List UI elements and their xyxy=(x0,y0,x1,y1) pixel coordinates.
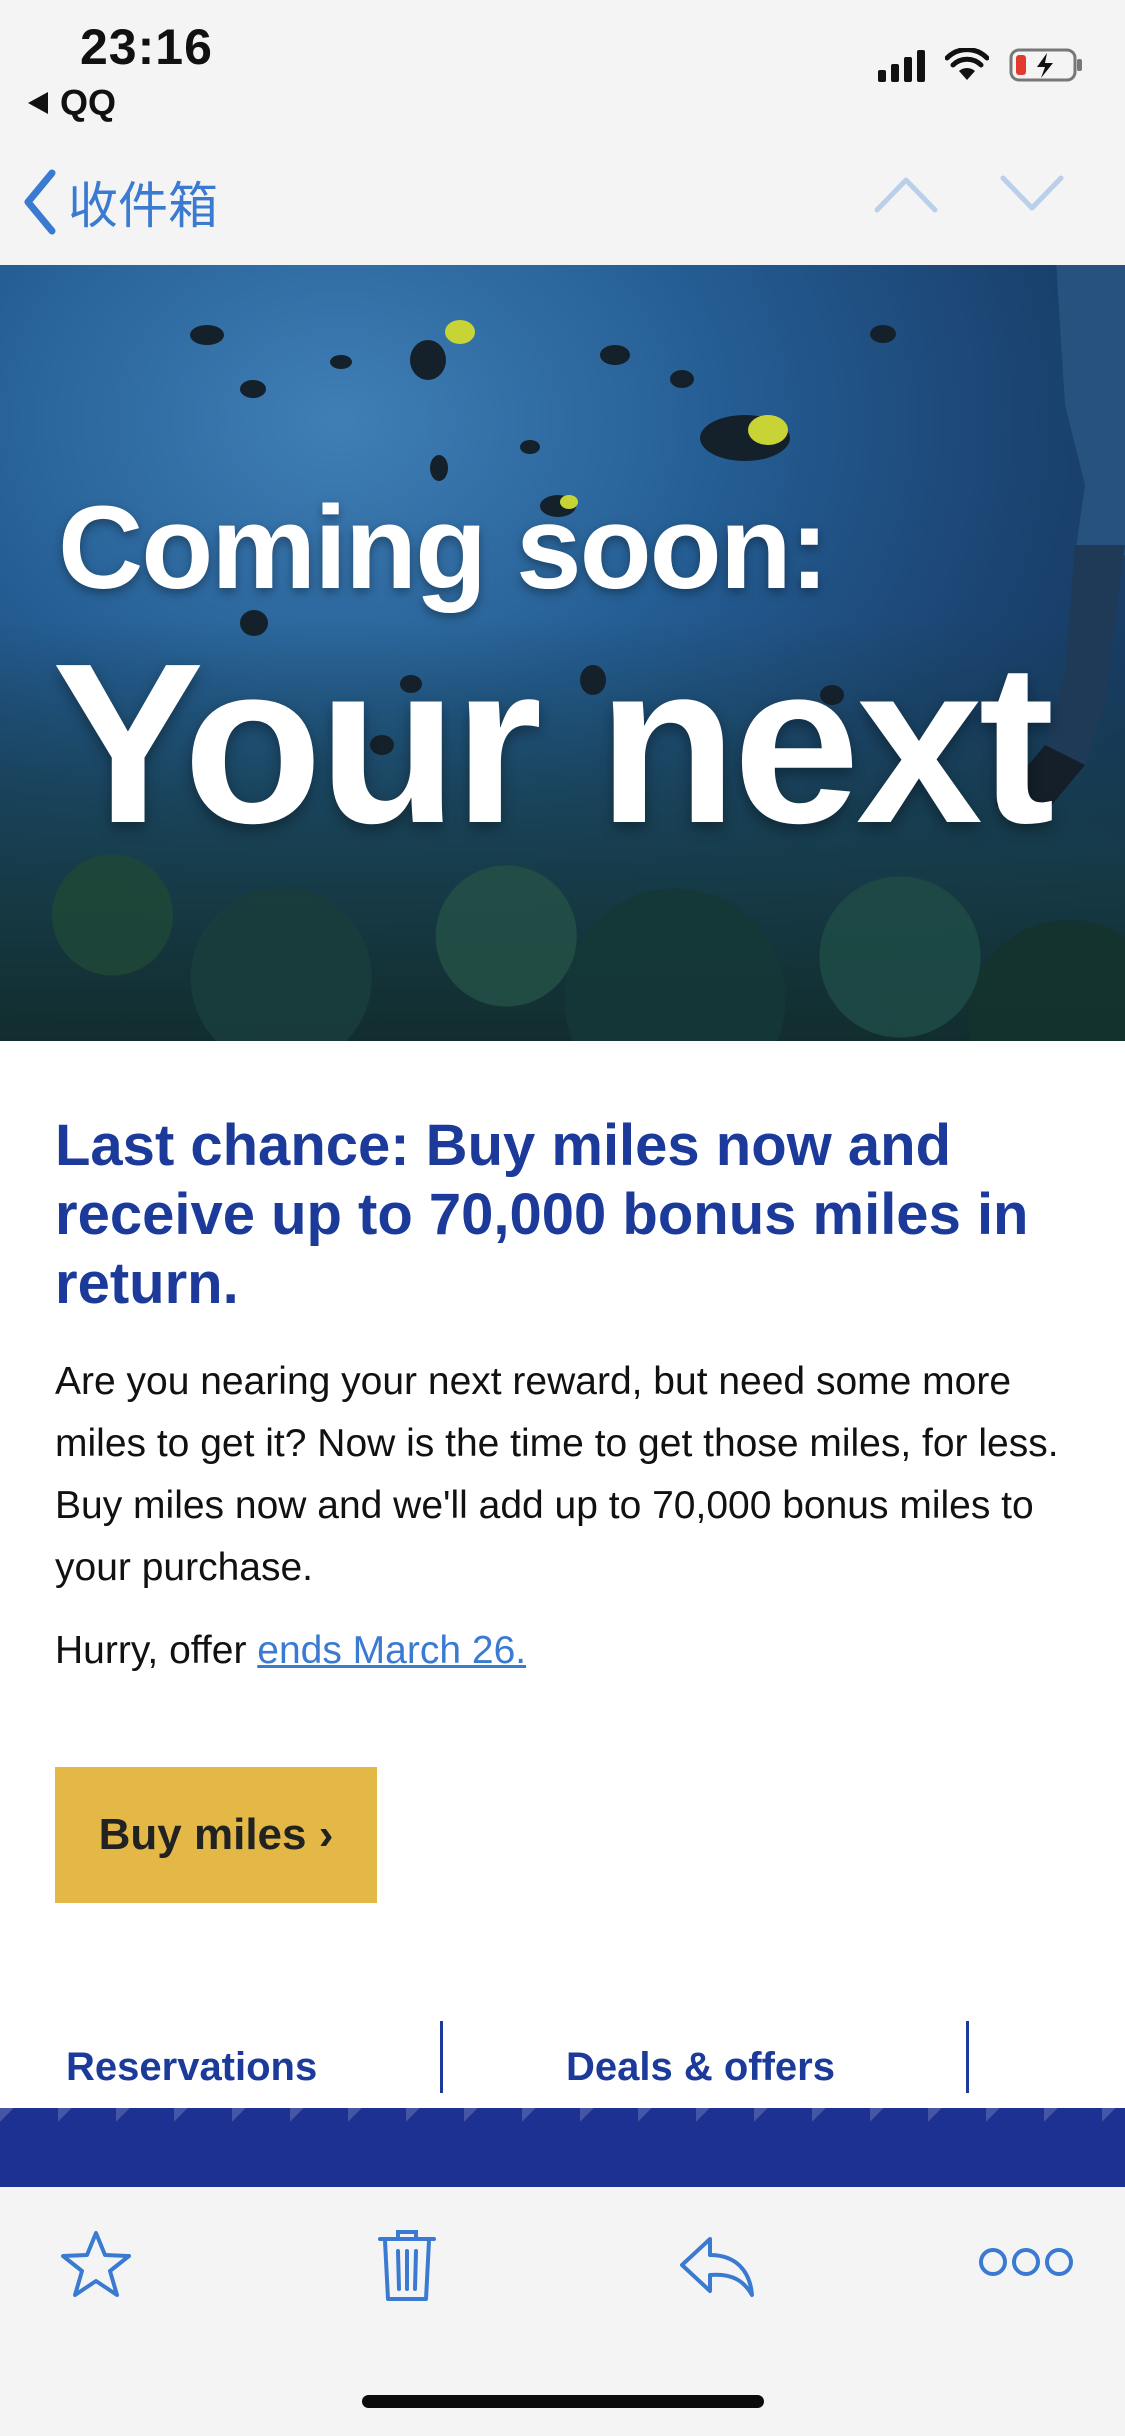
status-time: 23:16 xyxy=(80,19,213,75)
mail-nav-bar: 收件箱 xyxy=(0,140,1125,265)
offer-deadline: Hurry, offer ends March 26. xyxy=(55,1629,526,1673)
status-bar: 23:16 QQ xyxy=(0,0,1125,140)
hero-banner: Coming soon: Your next xyxy=(0,265,1125,1041)
chevron-up-icon[interactable] xyxy=(873,174,939,214)
deals-offers-link[interactable]: Deals & offers xyxy=(566,2013,835,2121)
home-indicator[interactable] xyxy=(362,2395,764,2408)
offer-end-date-link[interactable]: ends March 26. xyxy=(257,1629,526,1672)
battery-charging-icon xyxy=(1009,48,1082,82)
reservations-link[interactable]: Reservations xyxy=(66,2013,317,2121)
cellular-signal-icon xyxy=(878,48,925,82)
wifi-icon xyxy=(945,48,989,80)
footer-links: Reservations Deals & offers xyxy=(0,2013,1125,2121)
more-icon[interactable] xyxy=(978,2245,1074,2279)
reply-icon[interactable] xyxy=(676,2227,756,2303)
chevron-down-icon[interactable] xyxy=(999,174,1065,214)
trash-icon[interactable] xyxy=(374,2227,440,2303)
offer-deadline-prefix: Hurry, offer xyxy=(55,1629,258,1672)
buy-miles-button[interactable]: Buy miles › xyxy=(55,1767,377,1903)
link-divider xyxy=(966,2021,969,2093)
email-paragraph: Are you nearing your next reward, but ne… xyxy=(55,1360,1059,1589)
link-divider xyxy=(440,2021,443,2093)
back-to-app[interactable]: QQ xyxy=(28,82,116,124)
back-app-label: QQ xyxy=(60,82,117,123)
star-icon[interactable] xyxy=(58,2227,134,2303)
email-body: Last chance: Buy miles now and receive u… xyxy=(0,1041,1125,2187)
message-nav-arrows xyxy=(873,174,1065,214)
inbox-label: 收件箱 xyxy=(68,177,218,235)
email-headline: Last chance: Buy miles now and receive u… xyxy=(55,1113,1029,1316)
brand-pattern-band xyxy=(0,2108,1125,2187)
status-icons xyxy=(878,46,1085,84)
back-triangle-icon xyxy=(28,92,48,114)
hero-line-1: Coming soon: xyxy=(58,482,829,614)
hero-line-2: Your next xyxy=(52,617,1055,871)
back-to-inbox-button[interactable]: 收件箱 xyxy=(22,166,218,238)
chevron-left-icon xyxy=(24,169,56,235)
